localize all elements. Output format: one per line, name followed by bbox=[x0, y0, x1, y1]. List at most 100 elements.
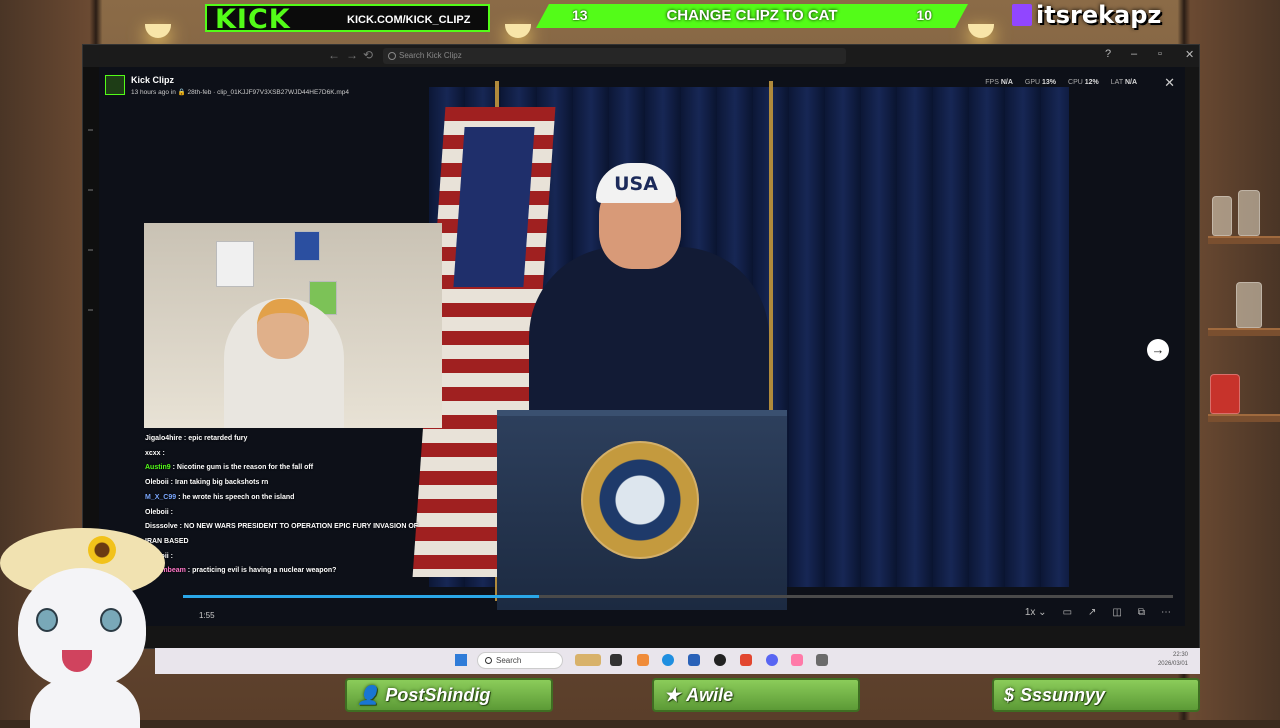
chat-message: Oleboii : bbox=[145, 550, 445, 565]
chat-text: he wrote his speech on the island bbox=[182, 493, 295, 501]
shelf bbox=[1208, 414, 1280, 422]
sidebar-icon[interactable] bbox=[88, 309, 93, 311]
sidebar-icon[interactable] bbox=[88, 129, 93, 131]
subscriber-name: Awile bbox=[686, 684, 734, 705]
minimize-button[interactable]: – bbox=[1131, 48, 1137, 60]
help-icon[interactable]: ? bbox=[1105, 48, 1111, 60]
jar bbox=[1212, 196, 1232, 236]
twitch-handle: itsrekapz bbox=[1012, 0, 1161, 30]
player-controls: 1x ⌄ ▭ ↗ ◫ ⧉ ⋯ bbox=[1025, 607, 1171, 618]
webcam-overlay bbox=[144, 223, 442, 428]
forward-button[interactable]: → bbox=[346, 48, 358, 62]
follower-bar: 👤 PostShindig bbox=[345, 678, 553, 712]
progress-fill bbox=[183, 595, 540, 598]
lat-stat: LAT N/A bbox=[1110, 79, 1137, 86]
widget-icon[interactable] bbox=[575, 654, 601, 666]
theater-icon[interactable]: ◫ bbox=[1112, 607, 1121, 618]
obs-icon[interactable] bbox=[714, 654, 726, 666]
streamer-head bbox=[257, 299, 309, 359]
chat-username[interactable]: M_X_C99 bbox=[145, 494, 176, 501]
close-player-button[interactable]: ✕ bbox=[1164, 75, 1175, 91]
perf-stats: FPS N/A GPU 13% CPU 12% LAT N/A bbox=[985, 79, 1137, 86]
history-button[interactable]: ⟲ bbox=[363, 48, 373, 62]
title-bar: ← → ⟲ Search Kick Clipz ? – ▫ ✕ bbox=[83, 45, 1199, 67]
chat-username[interactable]: xcxx bbox=[145, 450, 161, 457]
donor-name: Sssunnyy bbox=[1020, 684, 1106, 705]
wall-poster bbox=[216, 241, 254, 287]
kick-logo: KICK bbox=[215, 4, 291, 35]
video-frame: USA Jigalo4hire : epic retarded fury xcxx… bbox=[99, 67, 1185, 626]
sunflower-icon bbox=[88, 536, 116, 564]
taskbar-search[interactable]: Search bbox=[477, 652, 563, 669]
taskbar: Search 22:30 2026/03/01 bbox=[155, 648, 1200, 674]
person-icon: 👤 bbox=[357, 684, 380, 705]
chat-text: NO NEW WARS PRESIDENT TO OPERATION EPIC … bbox=[183, 523, 419, 531]
donation-bar: $ Sssunnyy bbox=[992, 678, 1200, 712]
chat-message: Austin9 : Nicotine gum is the reason for… bbox=[145, 464, 314, 472]
popout-icon[interactable]: ↗ bbox=[1088, 607, 1096, 618]
jar bbox=[1236, 282, 1262, 328]
time-display: 1:55 bbox=[199, 611, 215, 620]
store-icon[interactable] bbox=[688, 654, 700, 666]
app-icon[interactable] bbox=[791, 654, 803, 666]
channel-avatar[interactable] bbox=[105, 75, 125, 95]
star-icon: ★ bbox=[664, 684, 681, 705]
captions-icon[interactable]: ▭ bbox=[1063, 607, 1072, 618]
subscriber-bar: ★ Awile bbox=[652, 678, 860, 712]
flag-stars bbox=[453, 127, 535, 287]
maximize-button[interactable]: ▫ bbox=[1158, 48, 1162, 60]
search-input[interactable]: Search Kick Clipz bbox=[383, 48, 846, 64]
chat-username[interactable]: Jigalo4hire bbox=[145, 435, 182, 442]
brave-icon[interactable] bbox=[740, 654, 752, 666]
chat-message: Oleboii : Iran taking big backshots rn bbox=[145, 479, 269, 487]
copilot-icon[interactable] bbox=[637, 654, 649, 666]
dollar-icon: $ bbox=[1004, 684, 1015, 705]
chat-username[interactable]: Oleboii bbox=[145, 479, 169, 486]
chat-message: IRAN BASED bbox=[145, 535, 445, 550]
app-icon[interactable] bbox=[816, 654, 828, 666]
sidebar-icon[interactable] bbox=[88, 189, 93, 191]
cat-body bbox=[30, 678, 140, 728]
channel-name[interactable]: Kick Clipz bbox=[131, 75, 174, 85]
goal-right-count: 10 bbox=[916, 7, 932, 23]
chat-message: Oleboii : bbox=[145, 508, 174, 516]
next-clip-button[interactable]: → bbox=[1147, 339, 1169, 361]
kick-banner: KICK KICK.COM/KICK_CLIPZ bbox=[205, 4, 490, 35]
speed-button[interactable]: 1x ⌄ bbox=[1025, 607, 1047, 618]
jar bbox=[1210, 374, 1240, 414]
more-button[interactable]: ⋯ bbox=[1161, 607, 1171, 618]
wall-hexagon bbox=[294, 231, 320, 261]
chat-text: Nicotine gum is the reason for the fall … bbox=[176, 464, 314, 472]
discord-icon[interactable] bbox=[766, 654, 778, 666]
sidebar-icon[interactable] bbox=[88, 249, 93, 251]
kick-url: KICK.COM/KICK_CLIPZ bbox=[347, 14, 471, 26]
twitch-icon bbox=[1012, 4, 1032, 26]
pip-icon[interactable]: ⧉ bbox=[1138, 607, 1145, 618]
taskview-icon[interactable] bbox=[610, 654, 622, 666]
presidential-seal bbox=[581, 441, 699, 559]
edge-icon[interactable] bbox=[662, 654, 674, 666]
hat-text: USA bbox=[614, 173, 658, 195]
clip-player[interactable]: USA Jigalo4hire : epic retarded fury xcxx… bbox=[99, 67, 1185, 626]
follower-name: PostShindig bbox=[385, 684, 491, 705]
twitch-name: itsrekapz bbox=[1036, 1, 1162, 29]
chat-text: epic retarded fury bbox=[188, 435, 248, 442]
cat-eye bbox=[36, 608, 58, 632]
close-window-button[interactable]: ✕ bbox=[1185, 48, 1194, 61]
chat-message: M_X_C99 : he wrote his speech on the isl… bbox=[145, 493, 295, 501]
chat-username[interactable]: Austin9 bbox=[145, 464, 171, 471]
chat-overlay: Jigalo4hire : epic retarded fury xcxx : A… bbox=[145, 432, 445, 579]
windows-start-icon[interactable] bbox=[455, 654, 467, 666]
shelf bbox=[1208, 328, 1280, 336]
clip-meta: 13 hours ago in 🔒 28th-feb · clip_01KJJF… bbox=[131, 89, 350, 96]
cat-eye bbox=[100, 608, 122, 632]
back-button[interactable]: ← bbox=[328, 48, 340, 62]
taskbar-clock[interactable]: 22:30 2026/03/01 bbox=[1158, 651, 1188, 669]
progress-bar[interactable] bbox=[183, 595, 1173, 598]
goal-bar: 13 CHANGE CLIPZ TO CAT 10 bbox=[536, 4, 968, 28]
chat-message: Jigalo4hire : epic retarded fury bbox=[145, 435, 248, 442]
chat-text: Iran taking big backshots rn bbox=[174, 479, 269, 487]
fps-stat: FPS N/A bbox=[985, 79, 1013, 86]
cpu-stat: CPU 12% bbox=[1068, 79, 1099, 86]
cat-avatar bbox=[0, 508, 165, 728]
